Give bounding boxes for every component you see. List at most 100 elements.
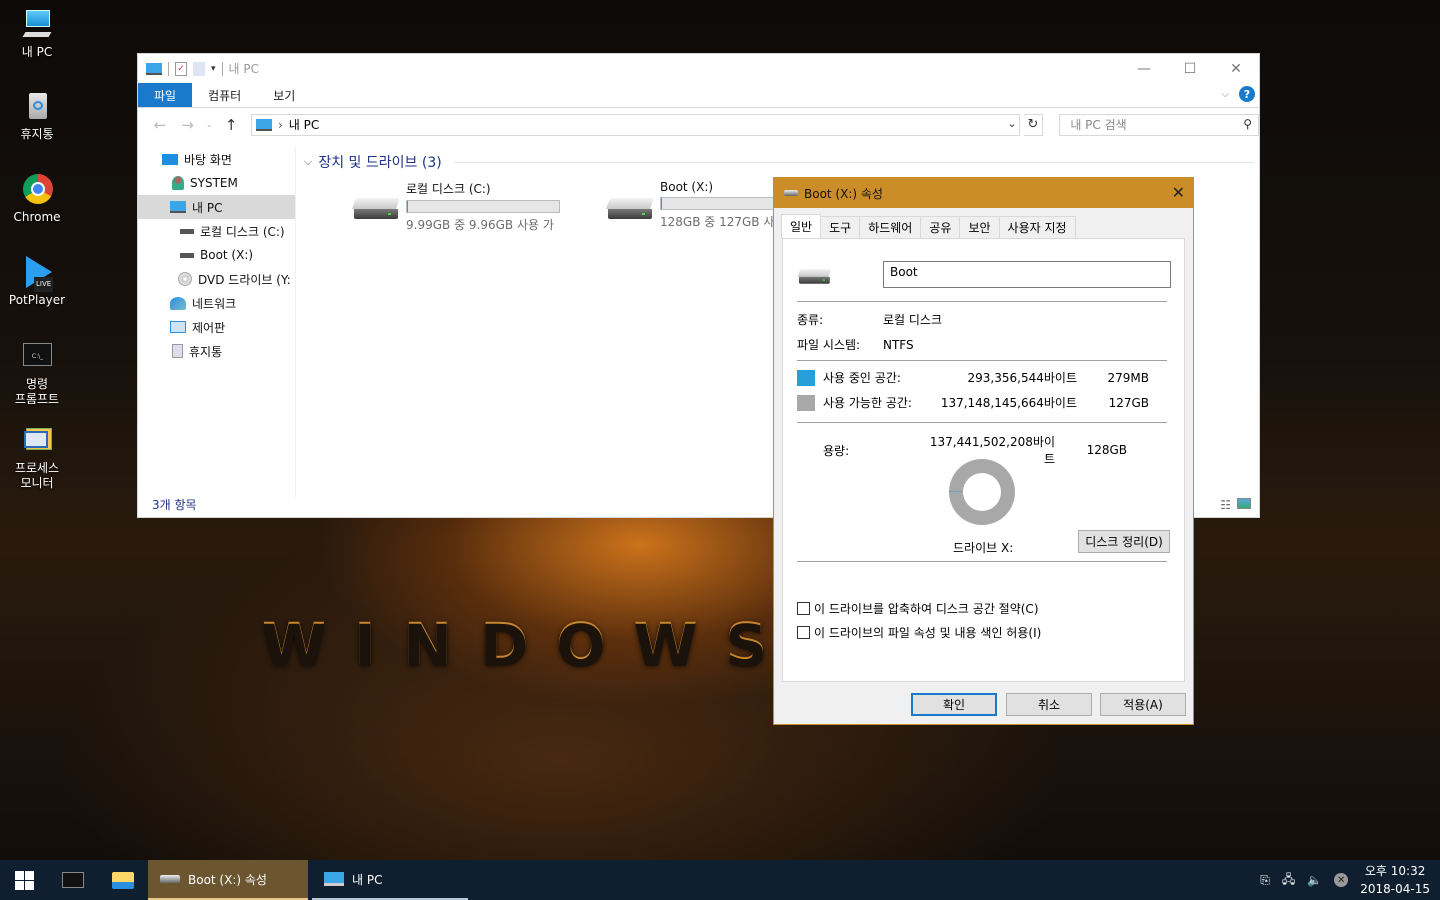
cmd-icon: C:\_	[20, 340, 54, 374]
apply-button[interactable]: 적용(A)	[1100, 693, 1186, 716]
clock-date: 2018-04-15	[1360, 882, 1430, 896]
taskbar-app-label: 내 PC	[352, 872, 383, 887]
tab-general[interactable]: 일반	[781, 214, 822, 238]
usb-icon[interactable]: ⎘	[1260, 873, 1270, 888]
nav-item-dvd-y[interactable]: DVD 드라이브 (Y:	[138, 267, 295, 291]
process-monitor-icon	[20, 424, 54, 458]
clock-time: 오후 10:32	[1364, 864, 1426, 878]
search-icon: ⚲	[1243, 116, 1252, 131]
drive-name: 로컬 디스크 (C:)	[406, 182, 491, 196]
clock[interactable]: 오후 10:32 2018-04-15	[1360, 862, 1430, 898]
nav-item-recycle-bin[interactable]: 휴지통	[138, 339, 295, 363]
index-checkbox[interactable]	[797, 626, 810, 639]
hard-drive-icon	[797, 269, 832, 284]
potplayer-icon: LIVE	[20, 256, 54, 292]
volume-name-input[interactable]: Boot	[883, 261, 1171, 288]
desktop-icon-recycle-bin[interactable]: 휴지통	[0, 90, 74, 142]
taskbar-cmd-button[interactable]	[48, 860, 98, 900]
drive-icon	[784, 190, 798, 196]
free-space-bytes: 137,148,145,664바이트	[940, 396, 1077, 410]
expand-ribbon-icon[interactable]: ⌵	[1221, 89, 1229, 100]
customize-toolbar-icon[interactable]: ▾	[211, 64, 216, 74]
help-icon[interactable]: ?	[1239, 86, 1255, 102]
capacity-label: 용량:	[823, 443, 850, 458]
nav-item-label: DVD 드라이브 (Y:	[198, 272, 291, 287]
nav-item-local-disk-c[interactable]: 로컬 디스크 (C:)	[138, 219, 295, 243]
ok-button[interactable]: 확인	[911, 693, 997, 716]
index-option[interactable]: 이 드라이브의 파일 속성 및 내용 색인 허용(I)	[797, 624, 1041, 641]
ribbon-tab-file[interactable]: 파일	[138, 83, 193, 107]
tab-security[interactable]: 보안	[959, 216, 1000, 238]
nav-item-label: Boot (X:)	[200, 248, 254, 262]
tab-sharing[interactable]: 공유	[920, 216, 961, 238]
used-space-row: 사용 중인 공간: 293,356,544바이트 279MB	[797, 369, 1149, 386]
nav-item-my-pc[interactable]: 내 PC	[138, 195, 295, 219]
back-button[interactable]: ←	[148, 116, 172, 134]
dialog-title: Boot (X:) 속성	[804, 186, 883, 201]
nav-item-boot-x[interactable]: Boot (X:)	[138, 243, 295, 267]
breadcrumb-my-pc[interactable]: 내 PC	[289, 116, 319, 133]
computer-icon	[146, 62, 162, 75]
drive-icon	[160, 875, 180, 883]
nav-item-control-panel[interactable]: 제어판	[138, 315, 295, 339]
window-title: 내 PC	[228, 62, 260, 76]
minimize-button[interactable]: —	[1121, 54, 1167, 83]
forward-button[interactable]: →	[176, 116, 200, 134]
free-space-row: 사용 가능한 공간: 137,148,145,664바이트 127GB	[797, 394, 1149, 411]
recent-locations-button[interactable]: ⌄	[203, 120, 215, 130]
explorer-titlebar[interactable]: ✓ ▾ 내 PC — ☐ ✕	[138, 54, 1259, 83]
desktop-icon-chrome[interactable]: Chrome	[0, 173, 74, 225]
compress-checkbox[interactable]	[797, 602, 810, 615]
drive-icon	[180, 228, 194, 234]
hard-drive-icon	[351, 198, 401, 220]
disk-cleanup-button[interactable]: 디스크 정리(D)	[1078, 530, 1170, 553]
ribbon-tab-computer[interactable]: 컴퓨터	[192, 83, 257, 107]
network-icon[interactable]: 🖧	[1282, 870, 1295, 891]
tab-tools[interactable]: 도구	[820, 216, 861, 238]
close-button[interactable]: ✕	[1213, 54, 1259, 83]
desktop-icon-label: PotPlayer	[8, 293, 66, 307]
desktop-icon-process-monitor[interactable]: 프로세스 모니터	[0, 424, 74, 491]
search-box[interactable]: 내 PC 검색 ⚲	[1059, 113, 1259, 136]
ribbon-tab-view[interactable]: 보기	[257, 83, 311, 107]
dialog-close-button[interactable]: ✕	[1172, 183, 1185, 202]
maximize-button[interactable]: ☐	[1167, 54, 1213, 83]
compress-option[interactable]: 이 드라이브를 압축하여 디스크 공간 절약(C)	[797, 600, 1039, 617]
up-button[interactable]: ↑	[219, 116, 243, 134]
taskbar-app-my-pc[interactable]: 내 PC	[312, 860, 468, 900]
nav-item-network[interactable]: 네트워크	[138, 291, 295, 315]
taskbar-app-properties[interactable]: Boot (X:) 속성	[148, 860, 308, 900]
address-dropdown-icon[interactable]: ⌄	[1007, 117, 1016, 130]
drive-item-c[interactable]: 로컬 디스크 (C:) 9.99GB 중 9.96GB 사용 가	[351, 180, 560, 233]
desktop-icon-cmd[interactable]: C:\_ 명령 프롬프트	[0, 340, 74, 407]
volume-icon[interactable]: 🔈	[1307, 873, 1322, 887]
details-view-icon[interactable]: ☷	[1220, 498, 1231, 512]
chevron-down-icon: ⌵	[304, 155, 313, 168]
tab-customize[interactable]: 사용자 지정	[998, 216, 1076, 238]
desktop-icon-label: 내 PC	[21, 45, 53, 59]
address-bar[interactable]: › 내 PC ⌄	[250, 113, 1020, 136]
nav-item-system[interactable]: SYSTEM	[138, 171, 295, 195]
control-panel-icon	[170, 321, 186, 333]
group-header-devices[interactable]: ⌵ 장치 및 드라이브 (3)	[304, 152, 1254, 172]
desktop-icon-my-pc[interactable]: 내 PC	[0, 8, 74, 60]
nav-item-label: SYSTEM	[190, 176, 238, 190]
new-folder-icon[interactable]	[193, 61, 205, 76]
used-space-swatch	[797, 369, 815, 386]
desktop-icon-potplayer[interactable]: LIVE PotPlayer	[0, 256, 74, 308]
properties-icon[interactable]: ✓	[175, 61, 187, 76]
nav-item-desktop[interactable]: 바탕 화면	[138, 147, 295, 171]
drive-usage-bar	[406, 200, 560, 213]
search-input[interactable]: 내 PC 검색	[1070, 116, 1126, 133]
filesystem-label: 파일 시스템:	[797, 338, 861, 352]
cancel-button[interactable]: 취소	[1006, 693, 1092, 716]
compress-label: 이 드라이브를 압축하여 디스크 공간 절약(C)	[814, 602, 1039, 616]
start-button[interactable]	[0, 860, 48, 900]
refresh-button[interactable]: ↻	[1023, 113, 1044, 136]
error-status-icon[interactable]: ✕	[1334, 873, 1349, 887]
system-tray: ⎘ 🖧 🔈 ✕ 오후 10:32 2018-04-15	[1260, 860, 1430, 900]
tab-hardware[interactable]: 하드웨어	[859, 216, 922, 238]
large-icons-view-icon[interactable]	[1237, 498, 1251, 509]
taskbar-file-explorer-button[interactable]	[98, 860, 148, 900]
dialog-titlebar[interactable]: Boot (X:) 속성 ✕	[774, 178, 1193, 208]
